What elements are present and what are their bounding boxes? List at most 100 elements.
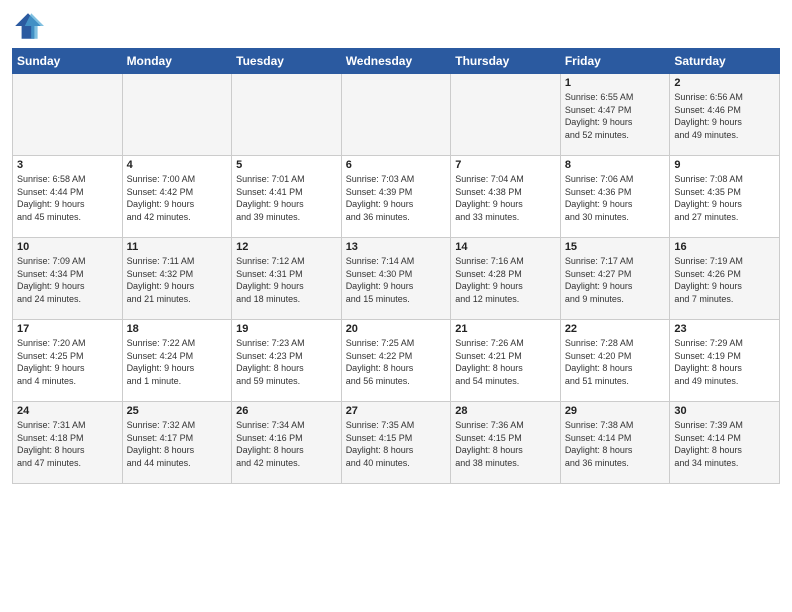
calendar-cell: 18Sunrise: 7:22 AM Sunset: 4:24 PM Dayli… <box>122 320 232 402</box>
day-number: 16 <box>674 241 775 253</box>
day-info: Sunrise: 7:11 AM Sunset: 4:32 PM Dayligh… <box>127 255 228 305</box>
day-info: Sunrise: 7:12 AM Sunset: 4:31 PM Dayligh… <box>236 255 337 305</box>
day-info: Sunrise: 7:31 AM Sunset: 4:18 PM Dayligh… <box>17 419 118 469</box>
calendar-cell: 30 Sunrise: 7:39 AM Sunset: 4:14 PM Dayli… <box>670 402 780 484</box>
day-number: 22 <box>565 323 666 335</box>
day-number: 17 <box>17 323 118 335</box>
header <box>12 10 780 42</box>
calendar-cell: 25Sunrise: 7:32 AM Sunset: 4:17 PM Dayli… <box>122 402 232 484</box>
calendar-cell: 24 Sunrise: 7:31 AM Sunset: 4:18 PM Dayli… <box>13 402 123 484</box>
calendar-cell: 19 Sunrise: 7:23 AM Sunset: 4:23 PM Dayli… <box>232 320 342 402</box>
day-info: Sunrise: 7:25 AM Sunset: 4:22 PM Dayligh… <box>346 337 447 387</box>
day-info: Sunrise: 7:26 AM Sunset: 4:21 PM Dayligh… <box>455 337 556 387</box>
logo-icon <box>12 10 44 42</box>
day-info: Sunrise: 7:08 AM Sunset: 4:35 PM Dayligh… <box>674 173 775 223</box>
calendar-cell: 29 Sunrise: 7:38 AM Sunset: 4:14 PM Dayli… <box>560 402 670 484</box>
calendar-cell: 22 Sunrise: 7:28 AM Sunset: 4:20 PM Dayli… <box>560 320 670 402</box>
day-info: Sunrise: 7:29 AM Sunset: 4:19 PM Dayligh… <box>674 337 775 387</box>
day-number: 6 <box>346 159 447 171</box>
week-row-1: 1 Sunrise: 6:55 AM Sunset: 4:47 PM Daylig… <box>13 74 780 156</box>
day-number: 24 <box>17 405 118 417</box>
calendar-cell: 21 Sunrise: 7:26 AM Sunset: 4:21 PM Dayli… <box>451 320 561 402</box>
day-header-wednesday: Wednesday <box>341 49 451 74</box>
day-info: Sunrise: 7:35 AM Sunset: 4:15 PM Dayligh… <box>346 419 447 469</box>
day-header-friday: Friday <box>560 49 670 74</box>
day-number: 7 <box>455 159 556 171</box>
calendar-cell: 2 Sunrise: 6:56 AM Sunset: 4:46 PM Daylig… <box>670 74 780 156</box>
calendar-cell: 14 Sunrise: 7:16 AM Sunset: 4:28 PM Dayli… <box>451 238 561 320</box>
day-number: 19 <box>236 323 337 335</box>
calendar-cell: 17Sunrise: 7:20 AM Sunset: 4:25 PM Dayli… <box>13 320 123 402</box>
day-info: Sunrise: 7:01 AM Sunset: 4:41 PM Dayligh… <box>236 173 337 223</box>
calendar-table: SundayMondayTuesdayWednesdayThursdayFrid… <box>12 48 780 484</box>
day-number: 13 <box>346 241 447 253</box>
calendar-cell: 26 Sunrise: 7:34 AM Sunset: 4:16 PM Dayli… <box>232 402 342 484</box>
calendar-cell: 13 Sunrise: 7:14 AM Sunset: 4:30 PM Dayli… <box>341 238 451 320</box>
calendar-cell: 16 Sunrise: 7:19 AM Sunset: 4:26 PM Dayli… <box>670 238 780 320</box>
day-info: Sunrise: 6:55 AM Sunset: 4:47 PM Dayligh… <box>565 91 666 141</box>
day-number: 30 <box>674 405 775 417</box>
day-info: Sunrise: 7:03 AM Sunset: 4:39 PM Dayligh… <box>346 173 447 223</box>
page-container: SundayMondayTuesdayWednesdayThursdayFrid… <box>0 0 792 492</box>
day-info: Sunrise: 7:23 AM Sunset: 4:23 PM Dayligh… <box>236 337 337 387</box>
calendar-cell: 27Sunrise: 7:35 AM Sunset: 4:15 PM Dayli… <box>341 402 451 484</box>
day-info: Sunrise: 7:14 AM Sunset: 4:30 PM Dayligh… <box>346 255 447 305</box>
calendar-cell: 28Sunrise: 7:36 AM Sunset: 4:15 PM Dayli… <box>451 402 561 484</box>
calendar-cell <box>13 74 123 156</box>
day-number: 4 <box>127 159 228 171</box>
day-info: Sunrise: 6:56 AM Sunset: 4:46 PM Dayligh… <box>674 91 775 141</box>
calendar-cell: 4 Sunrise: 7:00 AM Sunset: 4:42 PM Daylig… <box>122 156 232 238</box>
day-number: 11 <box>127 241 228 253</box>
day-info: Sunrise: 7:04 AM Sunset: 4:38 PM Dayligh… <box>455 173 556 223</box>
day-header-sunday: Sunday <box>13 49 123 74</box>
calendar-cell: 10 Sunrise: 7:09 AM Sunset: 4:34 PM Dayli… <box>13 238 123 320</box>
day-info: Sunrise: 7:09 AM Sunset: 4:34 PM Dayligh… <box>17 255 118 305</box>
week-row-4: 17Sunrise: 7:20 AM Sunset: 4:25 PM Dayli… <box>13 320 780 402</box>
day-number: 1 <box>565 77 666 89</box>
day-info: Sunrise: 7:28 AM Sunset: 4:20 PM Dayligh… <box>565 337 666 387</box>
day-info: Sunrise: 7:38 AM Sunset: 4:14 PM Dayligh… <box>565 419 666 469</box>
day-info: Sunrise: 7:39 AM Sunset: 4:14 PM Dayligh… <box>674 419 775 469</box>
calendar-cell <box>122 74 232 156</box>
day-info: Sunrise: 7:36 AM Sunset: 4:15 PM Dayligh… <box>455 419 556 469</box>
calendar-cell: 20 Sunrise: 7:25 AM Sunset: 4:22 PM Dayli… <box>341 320 451 402</box>
day-info: Sunrise: 7:19 AM Sunset: 4:26 PM Dayligh… <box>674 255 775 305</box>
week-row-5: 24 Sunrise: 7:31 AM Sunset: 4:18 PM Dayli… <box>13 402 780 484</box>
day-info: Sunrise: 7:16 AM Sunset: 4:28 PM Dayligh… <box>455 255 556 305</box>
day-number: 20 <box>346 323 447 335</box>
day-number: 12 <box>236 241 337 253</box>
calendar-body: 1 Sunrise: 6:55 AM Sunset: 4:47 PM Daylig… <box>13 74 780 484</box>
day-number: 21 <box>455 323 556 335</box>
day-info: Sunrise: 7:32 AM Sunset: 4:17 PM Dayligh… <box>127 419 228 469</box>
day-info: Sunrise: 7:00 AM Sunset: 4:42 PM Dayligh… <box>127 173 228 223</box>
day-number: 29 <box>565 405 666 417</box>
day-number: 26 <box>236 405 337 417</box>
logo <box>12 10 48 42</box>
day-number: 23 <box>674 323 775 335</box>
day-info: Sunrise: 7:22 AM Sunset: 4:24 PM Dayligh… <box>127 337 228 387</box>
day-header-saturday: Saturday <box>670 49 780 74</box>
day-number: 10 <box>17 241 118 253</box>
day-number: 15 <box>565 241 666 253</box>
day-number: 5 <box>236 159 337 171</box>
day-info: Sunrise: 6:58 AM Sunset: 4:44 PM Dayligh… <box>17 173 118 223</box>
calendar-cell: 9 Sunrise: 7:08 AM Sunset: 4:35 PM Daylig… <box>670 156 780 238</box>
day-header-thursday: Thursday <box>451 49 561 74</box>
calendar-cell: 1 Sunrise: 6:55 AM Sunset: 4:47 PM Daylig… <box>560 74 670 156</box>
day-header-monday: Monday <box>122 49 232 74</box>
calendar-cell: 11 Sunrise: 7:11 AM Sunset: 4:32 PM Dayli… <box>122 238 232 320</box>
day-number: 2 <box>674 77 775 89</box>
header-row: SundayMondayTuesdayWednesdayThursdayFrid… <box>13 49 780 74</box>
day-info: Sunrise: 7:17 AM Sunset: 4:27 PM Dayligh… <box>565 255 666 305</box>
calendar-cell: 12 Sunrise: 7:12 AM Sunset: 4:31 PM Dayli… <box>232 238 342 320</box>
day-info: Sunrise: 7:34 AM Sunset: 4:16 PM Dayligh… <box>236 419 337 469</box>
calendar-cell: 5 Sunrise: 7:01 AM Sunset: 4:41 PM Daylig… <box>232 156 342 238</box>
calendar-cell: 23 Sunrise: 7:29 AM Sunset: 4:19 PM Dayli… <box>670 320 780 402</box>
day-number: 9 <box>674 159 775 171</box>
day-header-tuesday: Tuesday <box>232 49 342 74</box>
day-number: 3 <box>17 159 118 171</box>
calendar-cell: 3 Sunrise: 6:58 AM Sunset: 4:44 PM Daylig… <box>13 156 123 238</box>
day-number: 14 <box>455 241 556 253</box>
week-row-2: 3 Sunrise: 6:58 AM Sunset: 4:44 PM Daylig… <box>13 156 780 238</box>
day-number: 8 <box>565 159 666 171</box>
